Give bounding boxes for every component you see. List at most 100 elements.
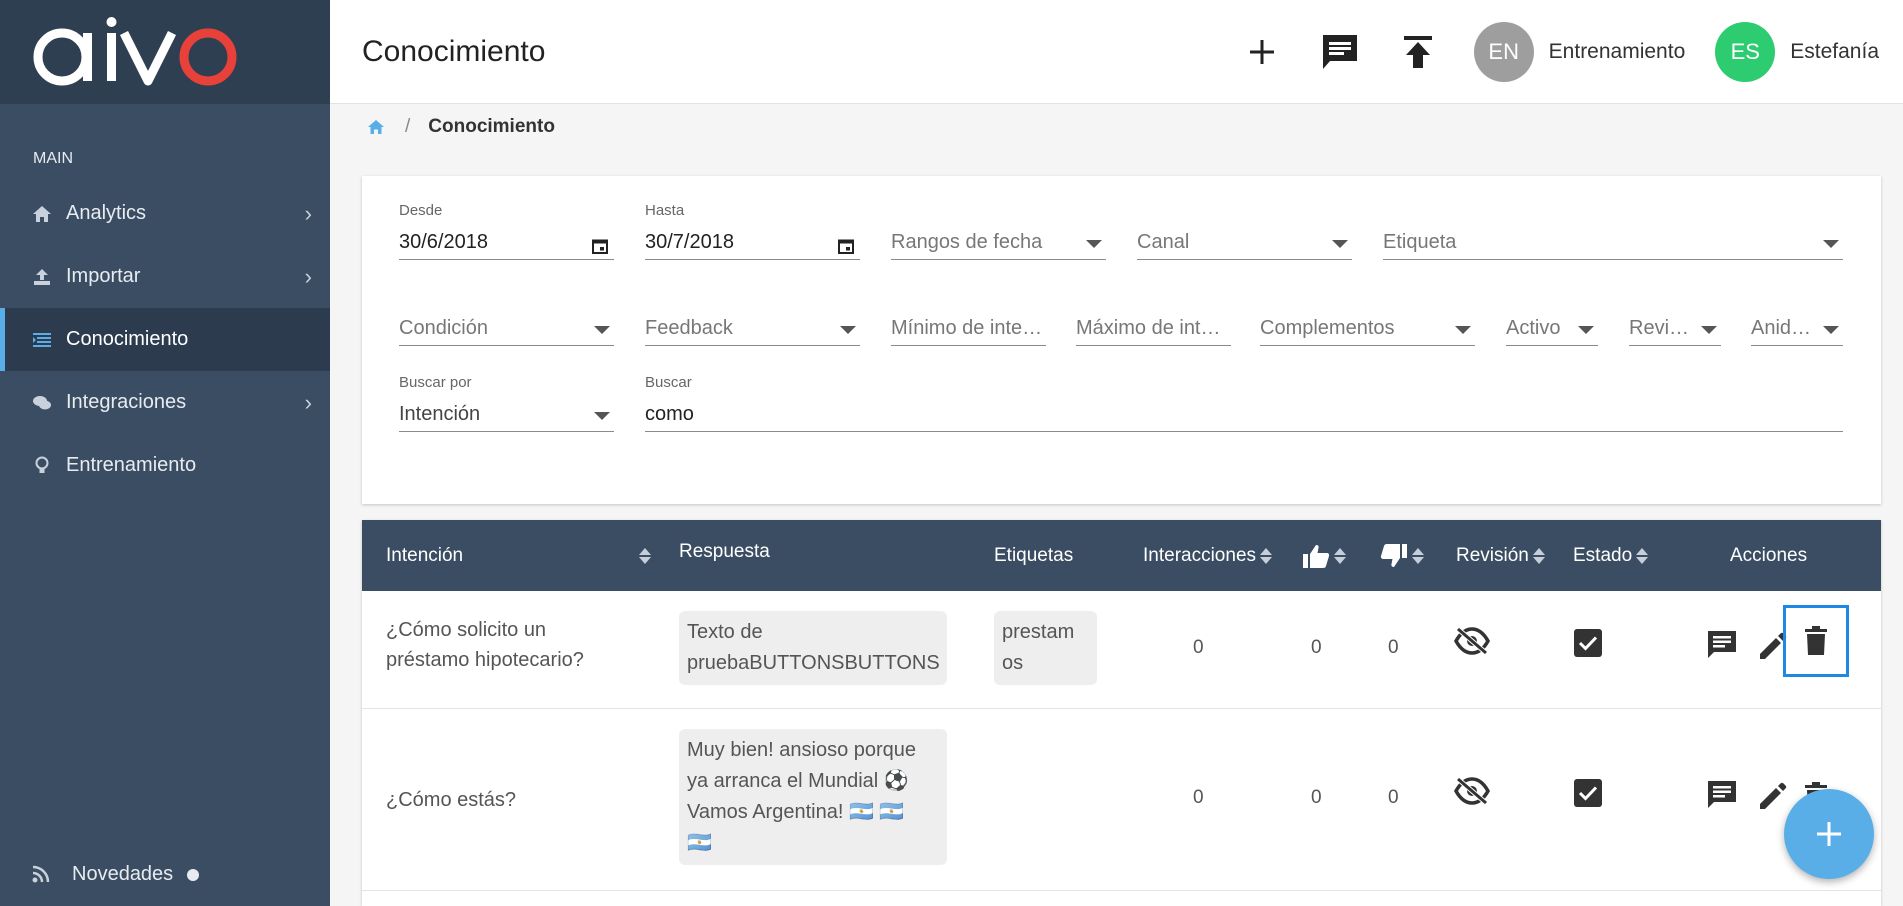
dropdown-caret-icon bbox=[594, 412, 610, 420]
home-icon[interactable] bbox=[367, 119, 385, 135]
avatar[interactable]: EN bbox=[1473, 22, 1534, 82]
sidebar-item-analytics[interactable]: Analytics › bbox=[0, 182, 330, 245]
desde-date-field[interactable]: Desde 30/6/2018 bbox=[399, 202, 614, 260]
minimo-interacciones-input[interactable]: Mínimo de interacciones bbox=[891, 314, 1046, 346]
dropdown-caret-icon bbox=[1578, 326, 1594, 334]
comment-button[interactable] bbox=[1702, 775, 1742, 815]
breadcrumb-current: Conocimiento bbox=[428, 116, 555, 137]
sidebar-item-entrenamiento[interactable]: Entrenamiento bbox=[0, 434, 330, 497]
sort-icon[interactable] bbox=[1260, 547, 1273, 564]
dislikes-count: 0 bbox=[1388, 787, 1399, 808]
home-icon bbox=[32, 204, 52, 224]
response-chip: Muy bien! ansioso porque ya arranca el M… bbox=[679, 729, 947, 865]
select-placeholder: Activo bbox=[1506, 317, 1561, 339]
eye-off-icon bbox=[1454, 777, 1490, 805]
column-header-etiquetas: Etiquetas bbox=[994, 520, 1073, 591]
column-label: Estado bbox=[1573, 544, 1633, 566]
response-text: Vamos Argentina! 🇦🇷 🇦🇷 bbox=[687, 801, 905, 823]
response-cell[interactable]: Texto de pruebaBUTTONSBUTTONS bbox=[679, 611, 947, 685]
comment-icon bbox=[1708, 781, 1736, 808]
column-header-likes[interactable] bbox=[1302, 520, 1346, 591]
add-icon[interactable] bbox=[1240, 30, 1284, 74]
sidebar: MAIN Analytics › Importar › Conocimiento bbox=[0, 0, 330, 906]
column-header-intencion[interactable]: Intención bbox=[386, 520, 651, 591]
table-header: Intención Respuesta Etiquetas Interaccio… bbox=[362, 520, 1881, 591]
response-text: Texto de bbox=[687, 621, 763, 643]
feedback-select[interactable]: Feedback bbox=[645, 314, 860, 346]
buscar-por-select[interactable]: Buscar por Intención bbox=[399, 374, 614, 432]
tags-cell: prestam os bbox=[994, 611, 1097, 685]
calendar-icon[interactable] bbox=[592, 238, 608, 254]
estado-checkbox[interactable] bbox=[1574, 629, 1602, 657]
sidebar-item-label: Integraciones bbox=[66, 391, 187, 413]
user-name[interactable]: Estefanía bbox=[1790, 40, 1879, 64]
column-header-acciones: Acciones bbox=[1730, 520, 1807, 591]
column-header-interacciones[interactable]: Interacciones bbox=[1143, 520, 1273, 591]
chat-icon[interactable] bbox=[1318, 30, 1362, 74]
column-header-dislikes[interactable] bbox=[1380, 520, 1424, 591]
add-floating-button[interactable] bbox=[1784, 789, 1874, 879]
filters-panel: Desde 30/6/2018 Hasta 30/7/2018 Rangos d… bbox=[362, 176, 1881, 504]
intent-text: ¿Cómo solicito un bbox=[386, 619, 547, 641]
intent-cell[interactable]: ¿Cómo solicito un préstamo hipotecario? bbox=[386, 615, 646, 675]
response-text: 🇦🇷 bbox=[687, 832, 712, 854]
comment-button[interactable] bbox=[1702, 625, 1742, 665]
sort-icon[interactable] bbox=[1412, 547, 1424, 564]
tag-chip[interactable]: prestam os bbox=[994, 611, 1097, 685]
avatar[interactable]: ES bbox=[1715, 22, 1776, 82]
field-value: 30/6/2018 bbox=[399, 231, 488, 253]
rangos-fecha-select[interactable]: Rangos de fecha bbox=[891, 228, 1106, 260]
likes-count: 0 bbox=[1311, 787, 1322, 808]
response-chip: Texto de pruebaBUTTONSBUTTONS bbox=[679, 611, 947, 685]
sidebar-item-label: Importar bbox=[66, 265, 141, 287]
logo[interactable] bbox=[0, 0, 330, 104]
sidebar-item-importar[interactable]: Importar › bbox=[0, 245, 330, 308]
table-row[interactable]: ¿Cómo solicito un préstamo hipotecario? … bbox=[362, 591, 1881, 709]
revision-select[interactable]: Revisión bbox=[1629, 314, 1721, 346]
intent-cell[interactable]: ¿Cómo estás? bbox=[386, 785, 646, 815]
select-value: Intención bbox=[399, 403, 481, 425]
field-label: Buscar bbox=[645, 374, 692, 391]
delete-button[interactable] bbox=[1783, 605, 1849, 677]
maximo-interacciones-input[interactable]: Máximo de interacciones bbox=[1076, 314, 1231, 346]
response-cell[interactable]: Muy bien! ansioso porque ya arranca el M… bbox=[679, 729, 947, 865]
complementos-select[interactable]: Complementos bbox=[1260, 314, 1475, 346]
edit-button[interactable] bbox=[1752, 777, 1792, 817]
sort-icon[interactable] bbox=[639, 547, 651, 564]
sidebar-item-novedades[interactable]: Novedades bbox=[0, 843, 330, 906]
revision-toggle[interactable] bbox=[1454, 627, 1490, 655]
sidebar-item-integraciones[interactable]: Integraciones › bbox=[0, 371, 330, 434]
estado-checkbox[interactable] bbox=[1574, 779, 1602, 807]
revision-toggle[interactable] bbox=[1454, 777, 1490, 805]
etiqueta-select[interactable]: Etiqueta bbox=[1383, 228, 1843, 260]
activo-select[interactable]: Activo bbox=[1506, 314, 1598, 346]
dropdown-caret-icon bbox=[594, 326, 610, 334]
sort-icon[interactable] bbox=[1334, 547, 1346, 564]
dropdown-caret-icon bbox=[840, 326, 856, 334]
user-name[interactable]: Entrenamiento bbox=[1549, 40, 1686, 64]
sort-icon[interactable] bbox=[1532, 547, 1545, 564]
chevron-right-icon: › bbox=[304, 389, 312, 415]
pencil-icon bbox=[1760, 782, 1787, 809]
eye-off-icon bbox=[1454, 627, 1490, 655]
sidebar-item-label: Analytics bbox=[66, 202, 147, 224]
table-row[interactable]: ¿Cómo estás? Muy bien! ansioso porque ya… bbox=[362, 709, 1881, 891]
thumbs-up-icon bbox=[1302, 543, 1330, 569]
calendar-icon[interactable] bbox=[838, 238, 854, 254]
search-input[interactable]: Buscar como bbox=[645, 374, 1843, 432]
sidebar-item-conocimiento[interactable]: Conocimiento bbox=[0, 308, 330, 371]
sort-icon[interactable] bbox=[1636, 547, 1649, 564]
canal-select[interactable]: Canal bbox=[1137, 228, 1352, 260]
breadcrumb: / Conocimiento bbox=[367, 116, 555, 138]
dropdown-caret-icon bbox=[1332, 240, 1348, 248]
hasta-date-field[interactable]: Hasta 30/7/2018 bbox=[645, 202, 860, 260]
input-value: como bbox=[645, 403, 694, 425]
select-placeholder: Rangos de fecha bbox=[891, 231, 1043, 253]
notification-dot bbox=[187, 868, 200, 881]
upload-icon[interactable] bbox=[1396, 30, 1440, 74]
column-header-revision[interactable]: Revisión bbox=[1456, 520, 1545, 591]
condicion-select[interactable]: Condición bbox=[399, 314, 614, 346]
anidadas-select[interactable]: Anidadas bbox=[1751, 314, 1843, 346]
select-placeholder: Canal bbox=[1137, 231, 1190, 253]
column-header-estado[interactable]: Estado bbox=[1573, 520, 1649, 591]
